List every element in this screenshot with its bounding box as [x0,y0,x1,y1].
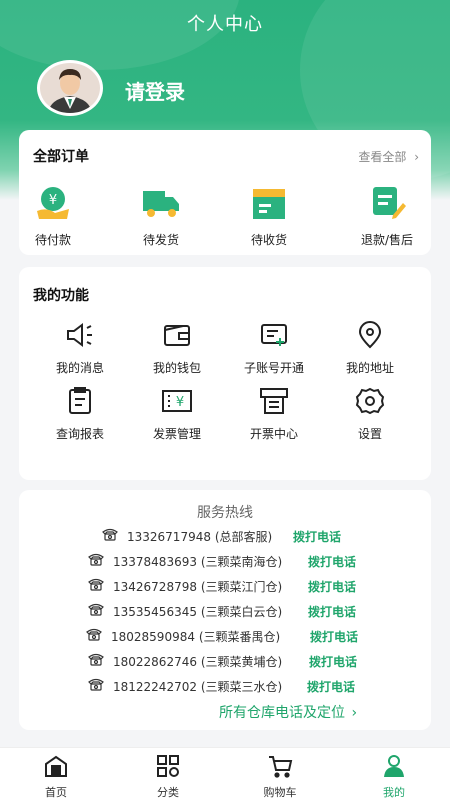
hotline-row: 13535456345 (三颗菜白云仓) 拨打电话 [19,601,431,621]
call-button[interactable]: 拨打电话 [310,628,358,645]
hotline-number: 13426728798 (三颗菜江门仓) [113,580,283,594]
bottom-tab-bar: 首页 分类 购物车 我的 [0,747,450,800]
page-title: 个人中心 [187,14,263,35]
telephone-icon [88,553,104,566]
box-icon [253,189,285,219]
hotline-row: 13426728798 (三颗菜江门仓) 拨打电话 [19,576,431,596]
hotline-number: 18022862746 (三颗菜黄埔仓) [113,655,283,669]
telephone-icon [86,628,102,641]
func-invoicing-center[interactable]: 开票中心 [229,385,319,442]
megaphone-icon [67,323,92,347]
svg-text:¥: ¥ [49,193,57,208]
telephone-icon [102,528,118,541]
refund-icon [373,187,406,219]
func-my-messages[interactable]: 我的消息 [35,319,125,376]
hotline-row: 18022862746 (三颗菜黄埔仓) 拨打电话 [19,651,431,671]
invoice-icon: ¥ [162,390,192,412]
call-button[interactable]: 拨打电话 [307,678,355,695]
report-icon [69,387,91,414]
func-query-report[interactable]: 查询报表 [35,385,125,442]
avatar[interactable] [37,60,103,116]
gear-icon [355,387,385,415]
hotline-number: 13378483693 (三颗菜南海仓) [113,555,283,569]
wallet-icon [164,325,190,346]
sub-account-icon [261,324,287,346]
telephone-icon [88,678,104,691]
order-pending-shipment[interactable]: 待发货 [121,185,201,248]
orders-title: 全部订单 [33,149,89,165]
tab-category[interactable]: 分类 [128,754,208,800]
functions-title: 我的功能 [33,288,89,304]
order-pending-payment[interactable]: ¥ 待付款 [13,185,93,248]
printer-icon [260,388,288,414]
truck-icon [143,191,179,217]
func-settings[interactable]: 设置 [325,385,415,442]
home-icon [45,755,67,777]
order-refund[interactable]: 退款/售后 [347,185,427,248]
user-icon [384,755,404,777]
view-all-orders-link[interactable]: 查看全部 › [358,148,419,165]
hotline-title: 服务热线 [197,505,253,521]
call-button[interactable]: 拨打电话 [309,653,357,670]
svg-text:¥: ¥ [176,395,184,410]
tab-home[interactable]: 首页 [16,754,96,800]
order-pending-receipt[interactable]: 待收货 [229,185,309,248]
func-sub-account[interactable]: 子账号开通 [229,319,319,376]
hotline-row: 13326717948 (总部客服) 拨打电话 [19,526,431,546]
hotline-number: 13535456345 (三颗菜白云仓) [113,605,283,619]
telephone-icon [88,578,104,591]
call-button[interactable]: 拨打电话 [293,528,341,545]
hotline-number: 18028590984 (三颗菜番禺仓) [111,630,281,644]
cart-icon [269,756,293,778]
func-my-wallet[interactable]: 我的钱包 [132,319,222,376]
telephone-icon [88,603,104,616]
tab-mine[interactable]: 我的 [354,754,434,800]
hotline-row: 13378483693 (三颗菜南海仓) 拨打电话 [19,551,431,571]
all-warehouses-link[interactable]: 所有仓库电话及定位 › [219,702,357,722]
telephone-icon [88,653,104,666]
avatar-icon [40,63,100,113]
hotline-number: 18122242702 (三颗菜三水仓) [113,680,283,694]
login-link[interactable]: 请登录 [125,76,185,105]
chevron-right-icon: › [351,705,358,721]
func-my-address[interactable]: 我的地址 [325,319,415,376]
chevron-right-icon: › [414,150,419,164]
location-icon [358,321,382,349]
hotline-card: 服务热线 13326717948 (总部客服) 拨打电话 13378483693 (… [19,490,431,730]
functions-card: 我的功能 我的消息 我的钱包 子账号开通 我的地址 查询报表 ¥ 发票管理 开票… [19,267,431,480]
hotline-row: 18028590984 (三颗菜番禺仓) 拨打电话 [19,626,431,646]
call-button[interactable]: 拨打电话 [308,578,356,595]
hotline-row: 18122242702 (三颗菜三水仓) 拨打电话 [19,676,431,696]
tab-cart[interactable]: 购物车 [240,754,320,800]
call-button[interactable]: 拨打电话 [308,553,356,570]
pending-payment-icon: ¥ [37,187,69,219]
hotline-number: 13326717948 (总部客服) [127,530,273,544]
category-icon [157,755,179,777]
call-button[interactable]: 拨打电话 [308,603,356,620]
orders-card: 全部订单 查看全部 › ¥ 待付款 待发货 待收货 退款/售后 [19,130,431,255]
func-invoice-management[interactable]: ¥ 发票管理 [132,385,222,442]
